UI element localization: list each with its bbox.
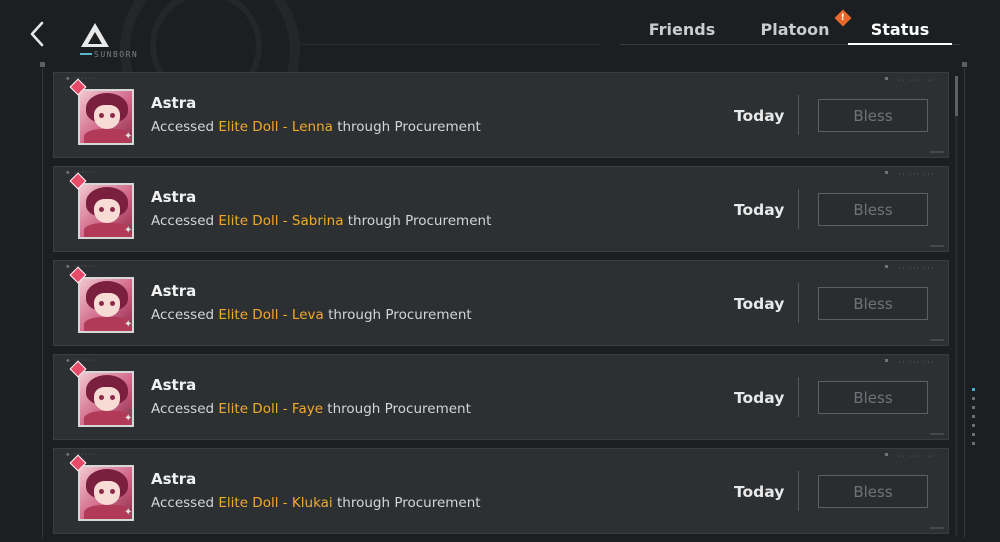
status-feed: ◆ ······ ·· ··· ··· ✦ Astra Accessed Eli… <box>53 72 949 542</box>
timestamp: Today <box>734 295 785 313</box>
activity-message: Accessed Elite Doll - Leva through Procu… <box>151 307 472 323</box>
tab-status[interactable]: Status <box>850 20 950 39</box>
timestamp: Today <box>734 201 785 219</box>
user-name: Astra <box>151 470 197 488</box>
card-corner-mark <box>930 151 944 153</box>
timestamp: Today <box>734 107 785 125</box>
card-tick <box>885 359 888 362</box>
card-corner-mark <box>930 527 944 529</box>
divider <box>798 95 799 135</box>
card-corner-mark <box>930 245 944 247</box>
star-icon: ✦ <box>124 131 133 142</box>
back-button[interactable] <box>22 16 52 52</box>
activity-message: Accessed Elite Doll - Sabrina through Pr… <box>151 213 492 229</box>
rail-marker <box>962 62 967 67</box>
doll-name: Elite Doll - Lenna <box>218 119 333 135</box>
card-tick <box>885 77 888 80</box>
feed-scrollbar-thumb[interactable] <box>955 76 958 116</box>
list-item: ◆ ······ ·· ··· ··· ✦ Astra Accessed Eli… <box>53 448 949 534</box>
divider <box>798 377 799 417</box>
timestamp: Today <box>734 483 785 501</box>
tab-platoon[interactable]: Platoon <box>745 20 845 39</box>
card-corner-mark <box>930 433 944 435</box>
bless-button[interactable]: Bless <box>818 381 928 414</box>
feed-scrollbar[interactable] <box>955 76 958 536</box>
card-code: ·· ··· ··· <box>897 171 934 178</box>
tab-bar: Friends Platoon ! Status <box>620 9 960 46</box>
star-icon: ✦ <box>124 413 133 424</box>
timestamp: Today <box>734 389 785 407</box>
left-rail <box>42 68 43 538</box>
brand-accent-bar <box>80 53 92 55</box>
bless-button[interactable]: Bless <box>818 475 928 508</box>
triangle-logo-icon <box>80 22 110 48</box>
activity-message: Accessed Elite Doll - Faye through Procu… <box>151 401 471 417</box>
doll-name: Elite Doll - Klukai <box>218 495 333 511</box>
activity-message: Accessed Elite Doll - Lenna through Proc… <box>151 119 481 135</box>
doll-name: Elite Doll - Faye <box>218 401 324 417</box>
bless-button[interactable]: Bless <box>818 193 928 226</box>
list-item: ◆ ······ ·· ··· ··· ✦ Astra Accessed Eli… <box>53 72 949 158</box>
bless-button[interactable]: Bless <box>818 99 928 132</box>
divider <box>798 283 799 323</box>
chevron-left-icon <box>30 21 44 47</box>
card-tick <box>885 453 888 456</box>
card-corner-mark <box>930 339 944 341</box>
doll-name: Elite Doll - Leva <box>218 307 324 323</box>
user-name: Astra <box>151 188 197 206</box>
star-icon: ✦ <box>124 507 133 518</box>
star-icon: ✦ <box>124 319 133 330</box>
card-code: ·· ··· ··· <box>897 453 934 460</box>
user-name: Astra <box>151 94 197 112</box>
activity-message: Accessed Elite Doll - Klukai through Pro… <box>151 495 481 511</box>
divider <box>798 471 799 511</box>
bless-button[interactable]: Bless <box>818 287 928 320</box>
card-code: ·· ··· ··· <box>897 265 934 272</box>
card-code: ·· ··· ··· <box>897 359 934 366</box>
user-name: Astra <box>151 376 197 394</box>
tab-friends[interactable]: Friends <box>632 20 732 39</box>
rail-marker <box>40 62 45 67</box>
list-item: ◆ ······ ·· ··· ··· ✦ Astra Accessed Eli… <box>53 260 949 346</box>
brand-text: SUNBORN <box>94 50 139 59</box>
header-divider <box>620 44 960 45</box>
list-item: ◆ ······ ·· ··· ··· ✦ Astra Accessed Eli… <box>53 354 949 440</box>
user-name: Astra <box>151 282 197 300</box>
card-tick <box>885 171 888 174</box>
background-line <box>300 44 600 45</box>
notification-badge-text: ! <box>840 12 846 23</box>
divider <box>798 189 799 229</box>
star-icon: ✦ <box>124 225 133 236</box>
card-tick <box>885 265 888 268</box>
right-rail <box>964 68 965 538</box>
list-item: ◆ ······ ·· ··· ··· ✦ Astra Accessed Eli… <box>53 166 949 252</box>
card-code: ·· ··· ··· <box>897 77 934 84</box>
doll-name: Elite Doll - Sabrina <box>218 213 344 229</box>
side-indicator <box>972 388 975 458</box>
